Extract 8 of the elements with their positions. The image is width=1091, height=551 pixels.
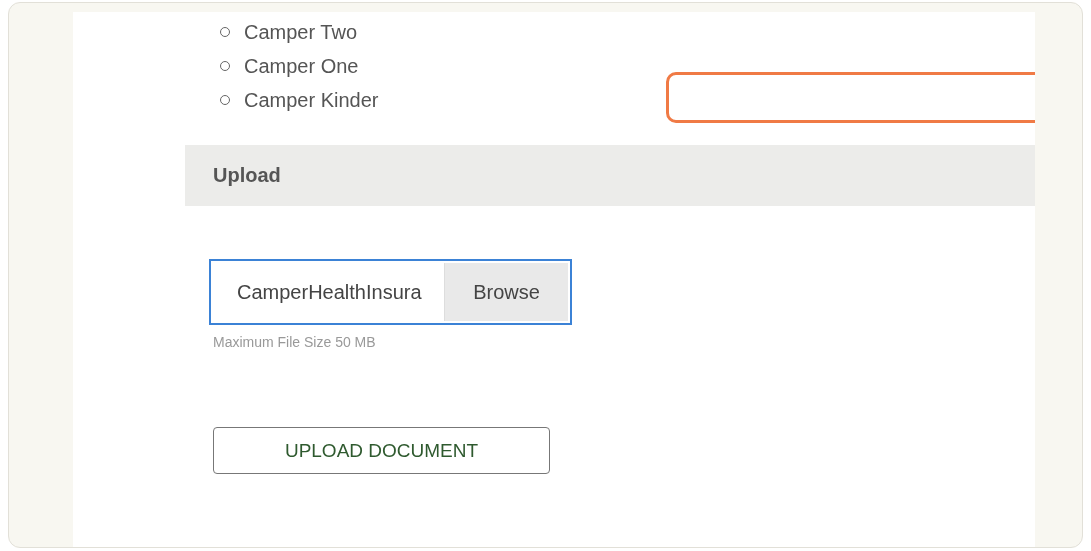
radio-label: Camper One <box>244 54 359 78</box>
radio-label: Camper Two <box>244 20 357 44</box>
file-input-field[interactable]: CamperHealthInsura Browse <box>209 259 572 325</box>
file-size-hint: Maximum File Size 50 MB <box>213 334 377 350</box>
browse-button[interactable]: Browse <box>444 263 568 321</box>
upload-document-button[interactable]: UPLOAD DOCUMENT <box>213 427 550 474</box>
section-header: Upload <box>185 145 1035 206</box>
radio-label: Camper Kinder <box>244 88 379 112</box>
